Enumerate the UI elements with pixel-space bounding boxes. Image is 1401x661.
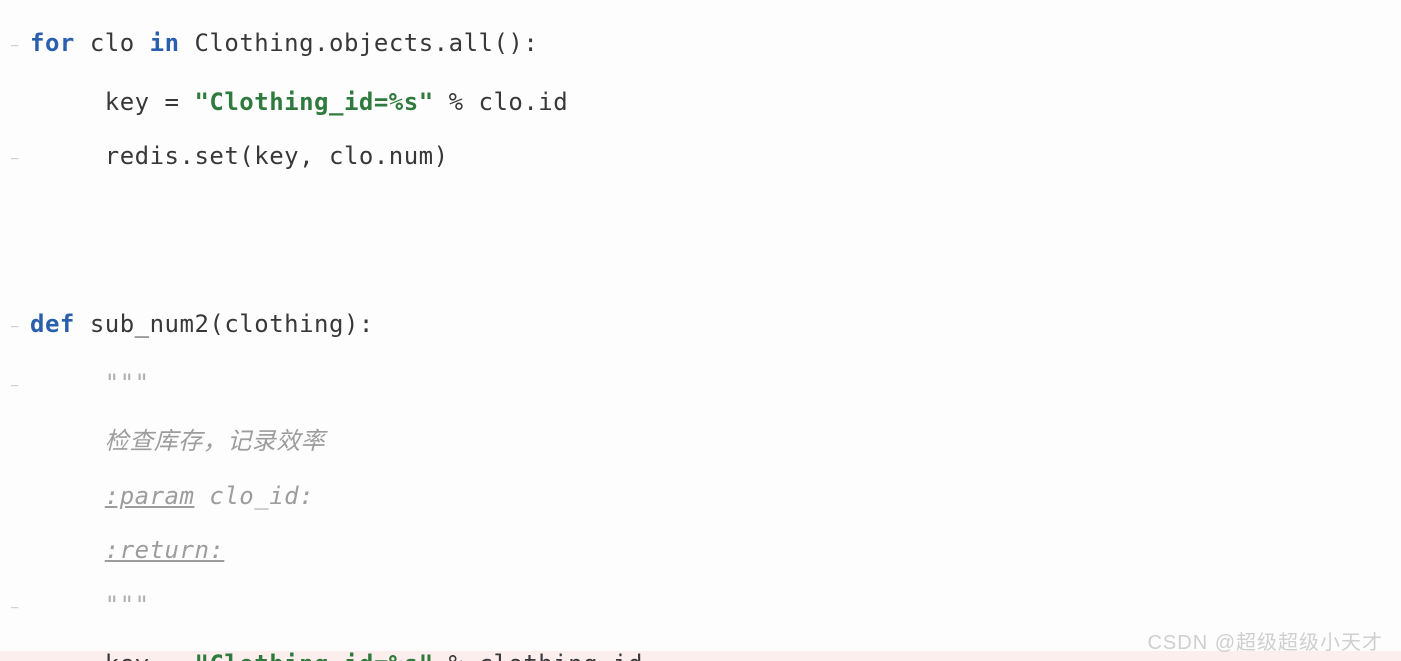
fn-sig: (clothing): [209,310,373,338]
assign-key1-rhs: % clo.id [434,88,569,116]
redis-set: redis.set(key, clo.num) [105,142,449,170]
str-clothing-id1: "Clothing_id=%s" [194,88,433,116]
docstring-open: """ [105,369,150,397]
kw-def: def [30,310,75,338]
doc-summary: 检查库存，记录效率 [105,427,326,455]
assign-key2-rhs: % clothing.id [434,650,643,661]
fn-name: sub_num2 [90,310,210,338]
doc-return-tag: :return: [105,536,225,564]
code-block: for clo in Clothing.objects.all(): key =… [0,30,1401,661]
expr-all: Clothing.objects.all(): [194,29,538,57]
assign-key2-lhs: key = [105,650,195,661]
assign-key1-lhs: key = [105,88,195,116]
kw-for: for [30,29,75,57]
doc-param-name: clo_id: [194,482,314,510]
docstring-close: """ [105,591,150,619]
id-clo: clo [90,29,135,57]
kw-in: in [150,29,180,57]
str-clothing-id2: "Clothing_id=%s" [194,650,433,661]
doc-param-tag: :param [105,482,195,510]
